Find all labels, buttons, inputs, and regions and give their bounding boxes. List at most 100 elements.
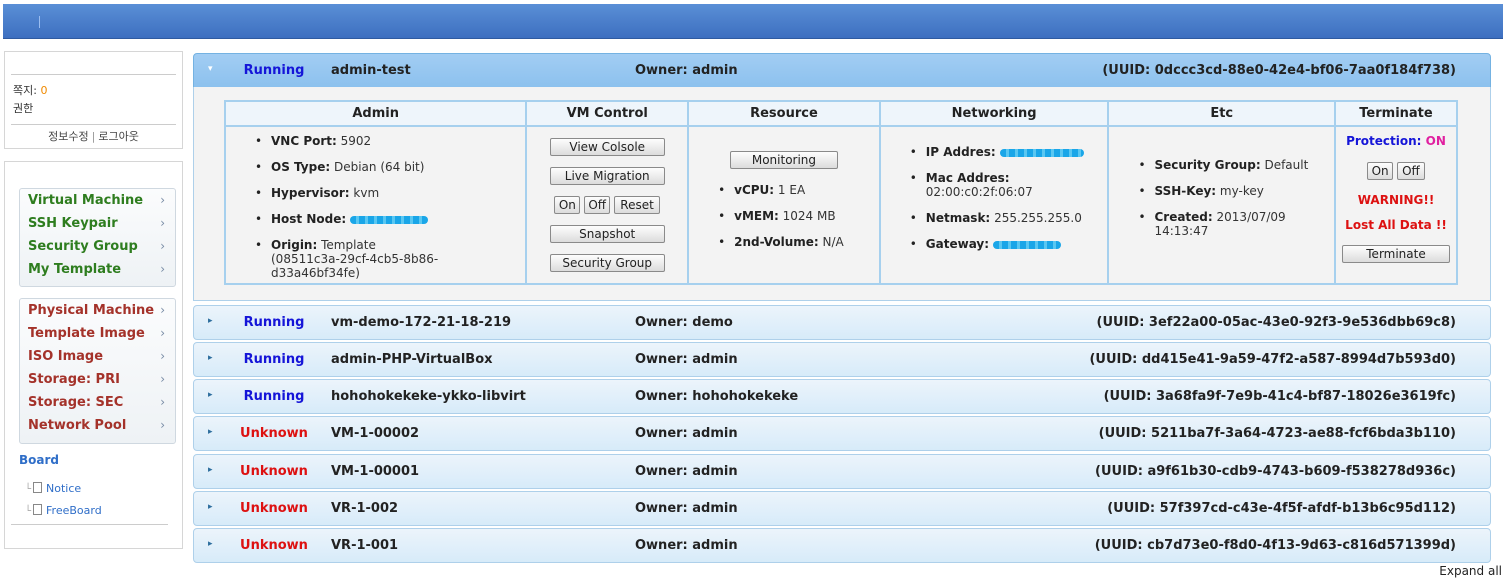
vm-owner: Owner: admin [635,352,738,367]
vm-row-header[interactable]: ▸ Unknown VR-1-001 Owner: admin (UUID: c… [193,528,1491,563]
expand-arrow-icon: ▾ [208,64,213,74]
ssh-key-value: my-key [1219,184,1264,198]
sidebar-item-physical-machine[interactable]: Physical Machine › [20,299,175,322]
netmask-value: 255.255.255.0 [994,211,1082,225]
user-links: 정보수정 | 로그아웃 [5,128,182,144]
sidebar-item-storage-sec[interactable]: Storage: SEC › [20,391,175,414]
messages-count[interactable]: 0 [40,84,47,97]
vm-status: Running [243,315,305,330]
sidebar-item-network-pool[interactable]: Network Pool › [20,414,175,437]
sidebar-item-my-template[interactable]: My Template › [20,258,175,281]
ssh-key-item: SSH-Key: my-key [1109,184,1334,198]
redacted-host-node [350,215,428,224]
origin-value: Template [321,238,376,252]
sidebar-item-storage-pri[interactable]: Storage: PRI › [20,368,175,391]
sidebar-item-ssh-keypair[interactable]: SSH Keypair › [20,212,175,235]
expand-arrow-icon: ▸ [208,465,213,475]
board-item-notice[interactable]: └ Notice [25,482,81,495]
view-console-button[interactable]: View Colsole [549,138,665,156]
chevron-right-icon: › [160,418,165,432]
vm-status: Running [243,63,305,78]
vm-owner: Owner: hohohokekeke [635,389,799,404]
divider [11,524,168,525]
vm-uuid: (UUID: 3ef22a00-05ac-43e0-92f3-9e536dbb6… [1096,315,1456,330]
netmask-label: Netmask: [925,211,991,225]
vnc-port-value: 5902 [340,134,372,148]
protection-value: ON [1425,134,1446,148]
column-header-terminate: Terminate [1334,100,1458,127]
messages-line[interactable]: 쪽지: 0 [13,82,47,98]
sidebar-item-iso-image[interactable]: ISO Image › [20,345,175,368]
created-label: Created: [1154,210,1213,224]
chevron-right-icon: › [160,395,165,409]
vm-row-header[interactable]: ▸ Unknown VR-1-002 Owner: admin (UUID: 5… [193,491,1491,526]
tree-branch-icon: └ [25,484,32,495]
protection-on-button[interactable]: On [1367,162,1394,180]
snapshot-button[interactable]: Snapshot [549,225,665,243]
reset-button[interactable]: Reset [614,196,661,214]
divider [11,74,176,75]
second-volume-label: 2nd-Volume: [734,235,819,249]
sidebar-item-label: Virtual Machine [28,193,144,208]
vm-row-header[interactable]: ▸ Running admin-PHP-VirtualBox Owner: ad… [193,342,1491,377]
sidebar-item-security-group[interactable]: Security Group › [20,235,175,258]
vcpu-item: vCPU: 1 EA [689,183,879,197]
os-type-label: OS Type: [271,160,331,174]
protection-line: Protection: ON [1336,127,1456,148]
expand-arrow-icon: ▸ [208,316,213,326]
vm-owner: Owner: admin [635,464,738,479]
hypervisor-value: kvm [353,186,380,200]
host-node-label: Host Node: [271,212,347,226]
sidebar-item-template-image[interactable]: Template Image › [20,322,175,345]
os-type-value: Debian (64 bit) [333,160,425,174]
edit-info-link[interactable]: 정보수정 [48,130,88,143]
redacted-ip-address [999,148,1084,157]
column-header-networking: Networking [878,100,1110,127]
divider [11,124,176,125]
terminate-button[interactable]: Terminate [1342,245,1450,263]
vm-row-header[interactable]: ▸ Unknown VM-1-00002 Owner: admin (UUID:… [193,416,1491,451]
logout-link[interactable]: 로그아웃 [98,130,138,143]
board-title[interactable]: Board [19,453,59,467]
vm-name: vm-demo-172-21-18-219 [331,315,512,330]
vm-owner: Owner: admin [635,426,738,441]
origin-label: Origin: [271,238,318,252]
security-group-button[interactable]: Security Group [549,254,665,272]
vm-row-header[interactable]: ▸ Unknown VM-1-00001 Owner: admin (UUID:… [193,454,1491,489]
security-group-item: Security Group: Default [1109,158,1334,172]
vm-row-header[interactable]: ▸ Running hohohokekeke-ykko-libvirt Owne… [193,379,1491,414]
vm-row-header[interactable]: ▸ Running vm-demo-172-21-18-219 Owner: d… [193,305,1491,340]
protection-off-button[interactable]: Off [1396,162,1425,180]
gateway-label: Gateway: [925,237,990,251]
sidebar-item-label: Network Pool [28,418,127,433]
sidebar-item-label: My Template [28,262,122,277]
security-group-label: Security Group: [1154,158,1261,172]
expand-all-link[interactable]: Expand all [1439,564,1502,578]
sidebar-item-virtual-machine[interactable]: Virtual Machine › [20,189,175,212]
vm-uuid: (UUID: 57f397cd-c43e-4f5f-afdf-b13b6c95d… [1107,501,1456,516]
link-separator: | [91,130,96,143]
power-on-button[interactable]: On [554,196,581,214]
vm-owner: Owner: demo [635,315,733,330]
board-item-freeboard[interactable]: └ FreeBoard [25,504,102,517]
document-icon [33,482,43,493]
vnc-port-label: VNC Port: [271,134,337,148]
protection-label: Protection: [1346,134,1422,148]
etc-cell: Security Group: Default SSH-Key: my-key … [1107,125,1337,285]
column-header-resource: Resource [687,100,881,127]
ip-address-label: IP Addres: [925,145,996,159]
chevron-right-icon: › [160,372,165,386]
vm-row-header[interactable]: ▾ Running admin-test Owner: admin (UUID:… [193,53,1491,88]
live-migration-button[interactable]: Live Migration [549,167,665,185]
power-off-button[interactable]: Off [584,196,611,214]
sidebar-item-label: Template Image [28,326,145,341]
vcpu-label: vCPU: [734,183,775,197]
mac-address-item: Mac Addres:02:00:c0:2f:06:07 [881,171,1108,199]
vmem-item: vMEM: 1024 MB [689,209,879,223]
monitoring-button[interactable]: Monitoring [729,151,838,169]
mac-address-label: Mac Addres: [925,171,1010,185]
hypervisor-item: Hypervisor: kvm [226,186,525,200]
created-date: 2013/07/09 [1216,210,1286,224]
vmem-value: 1024 MB [782,209,836,223]
admin-list: VNC Port: 5902 OS Type: Debian (64 bit) … [226,127,525,280]
